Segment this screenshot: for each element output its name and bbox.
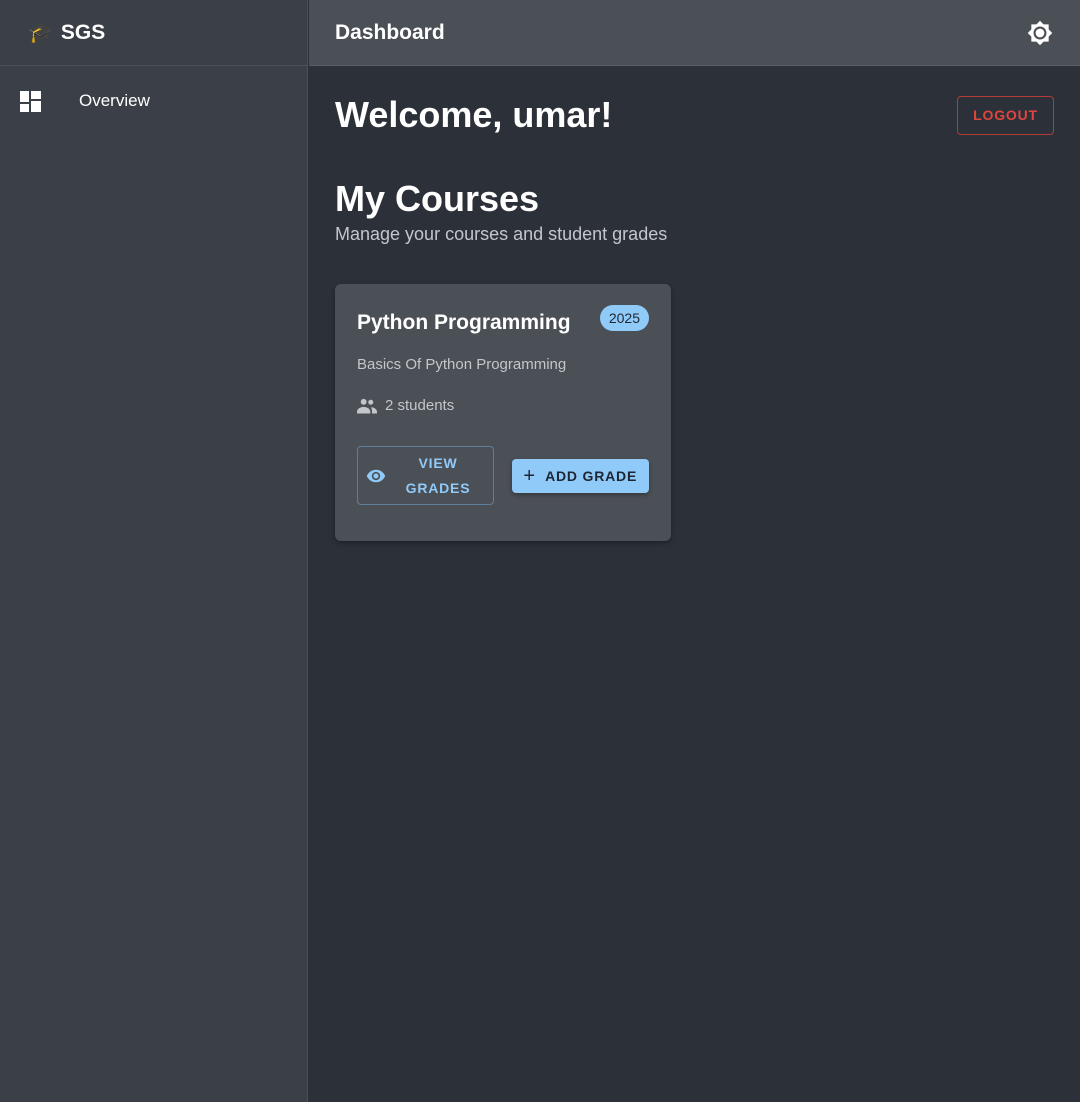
graduation-cap-icon: 🎓 — [28, 21, 53, 44]
student-count: 2 students — [357, 397, 649, 414]
view-grades-label: VIEW GRADES — [405, 454, 471, 496]
logout-button[interactable]: LOGOUT — [957, 95, 1054, 135]
brand[interactable]: 🎓 SGS — [0, 0, 307, 66]
plus-icon: + — [523, 464, 536, 487]
add-grade-label: ADD GRADE — [545, 467, 638, 484]
brightness-icon — [1027, 20, 1053, 46]
course-card-header: Python Programming 2025 — [357, 305, 649, 340]
brand-title: SGS — [60, 20, 106, 44]
page-title: Dashboard — [335, 20, 445, 44]
section-subtitle: Manage your courses and student grades — [335, 224, 668, 244]
people-icon — [357, 398, 377, 414]
add-grade-button[interactable]: + ADD GRADE — [511, 458, 649, 493]
theme-toggle-button[interactable] — [1026, 19, 1054, 47]
welcome-row: Welcome, umar! LOGOUT — [335, 67, 1054, 163]
course-title: Python Programming — [357, 311, 571, 334]
main-content: Welcome, umar! LOGOUT My Courses Manage … — [309, 67, 1080, 1102]
welcome-heading: Welcome, umar! — [335, 94, 613, 135]
student-count-label: 2 students — [385, 397, 455, 414]
sidebar-item-overview[interactable]: Overview — [0, 66, 307, 136]
year-badge: 2025 — [599, 305, 649, 331]
course-card: Python Programming 2025 Basics Of Python… — [335, 284, 671, 541]
top-bar: Dashboard — [309, 0, 1080, 66]
sidebar-item-label: Overview — [79, 91, 150, 110]
view-grades-button[interactable]: VIEW GRADES — [357, 446, 494, 505]
dashboard-icon — [20, 90, 41, 112]
app-root: 🎓 SGS Overview Dashboard Welcome, umar! … — [0, 0, 1080, 1102]
section-title: My Courses — [335, 178, 540, 219]
course-actions: VIEW GRADES + ADD GRADE — [357, 446, 649, 505]
sidebar: 🎓 SGS Overview — [0, 0, 308, 1102]
course-description: Basics Of Python Programming — [357, 356, 567, 373]
eye-icon — [366, 466, 386, 486]
